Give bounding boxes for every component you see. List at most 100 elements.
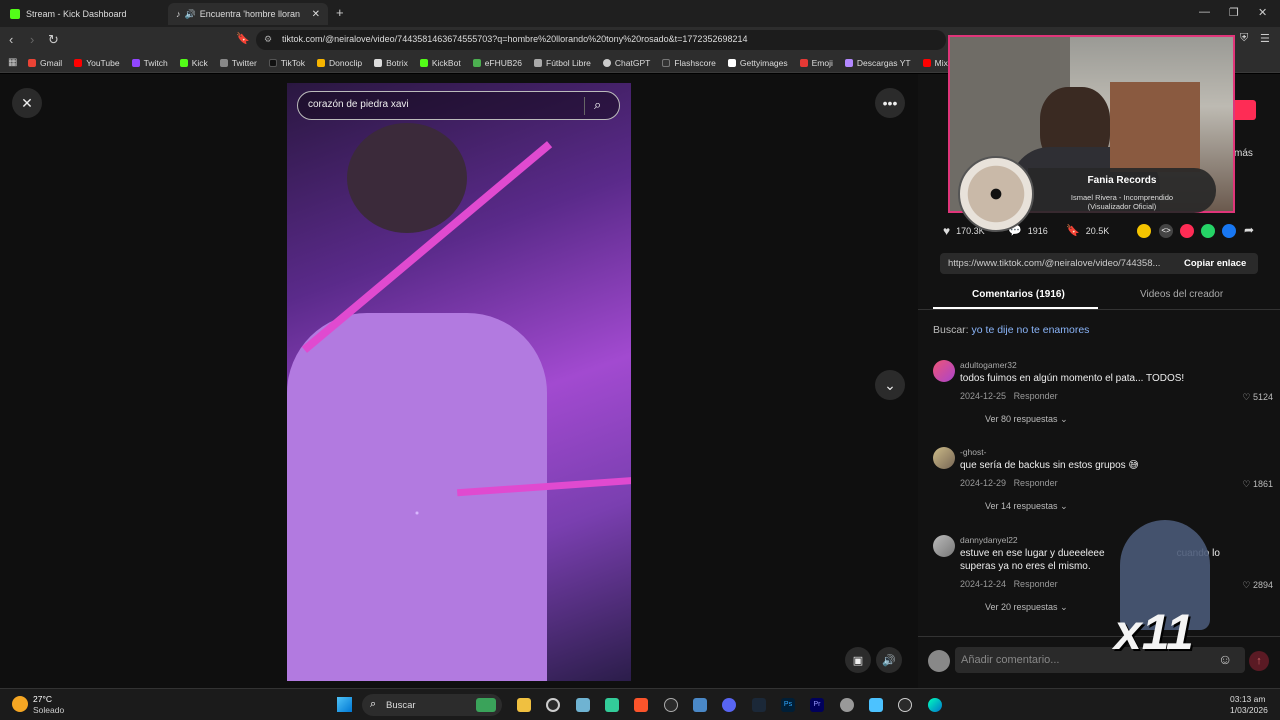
premiere-icon[interactable]: Pr [810, 698, 824, 712]
whatsapp-icon[interactable] [1201, 224, 1215, 238]
bookmark-chatgpt[interactable]: ChatGPT [602, 58, 650, 68]
search-icon[interactable]: ⌕ [594, 97, 601, 113]
bookmark-twitch[interactable]: Twitch [131, 58, 168, 68]
tab-kick-dashboard[interactable]: Stream - Kick Dashboard [2, 3, 162, 25]
video-player[interactable] [287, 83, 631, 681]
more-options-button[interactable]: ••• [875, 88, 905, 118]
copy-link-button[interactable]: Copiar enlace [1184, 258, 1246, 269]
search-input[interactable] [308, 99, 578, 110]
bookmark-gmail[interactable]: Gmail [28, 58, 62, 68]
close-video-button[interactable]: ✕ [12, 88, 42, 118]
tab-comments[interactable]: Comentarios (1916) [972, 289, 1065, 300]
app-icon[interactable] [605, 698, 619, 712]
view-replies-button[interactable]: Ver 20 respuestas ⌄ [985, 602, 1068, 613]
tab-tiktok[interactable]: ♪ 🔊 Encuentra 'hombre llorando t ✕ [168, 3, 328, 25]
video-search-box[interactable]: ⌕ [297, 91, 620, 120]
address-bar[interactable]: ⚙ tiktok.com/@neiralove/video/7443581463… [256, 30, 946, 50]
repost-icon[interactable] [1137, 224, 1151, 238]
bookmark-kick[interactable]: Kick [179, 58, 208, 68]
bookmark-gettyimages[interactable]: Gettyimages [727, 58, 788, 68]
windows-start-icon[interactable] [337, 697, 352, 712]
bookmark-icon[interactable]: 🔖 [236, 32, 250, 45]
bookmark-twitter[interactable]: Twitter [219, 58, 257, 68]
weather-desc[interactable]: Soleado [33, 705, 64, 715]
back-icon[interactable]: ‹ [9, 32, 13, 47]
save-stat[interactable]: 🔖 20.5K [1066, 224, 1109, 237]
comment-likes[interactable]: ♡ 5124 [1242, 392, 1273, 403]
weather-sun-icon[interactable] [12, 696, 28, 712]
avatar[interactable] [933, 360, 955, 382]
file-explorer-icon[interactable] [517, 698, 531, 712]
new-tab-button[interactable]: + [336, 5, 344, 20]
site-info-icon[interactable]: ⚙ [264, 34, 272, 45]
send-icon[interactable] [1180, 224, 1194, 238]
kick-favicon-icon [10, 9, 20, 19]
bookmark-donoclip[interactable]: Donoclip [317, 58, 362, 68]
minimize-icon[interactable]: — [1199, 6, 1210, 18]
bookmark-botrix[interactable]: Botrix [374, 58, 408, 68]
calculator-icon[interactable] [693, 698, 707, 712]
view-replies-button[interactable]: Ver 14 respuestas ⌄ [985, 501, 1068, 512]
clock-time[interactable]: 03:13 am [1230, 694, 1265, 704]
comment-username[interactable]: -ghost- [960, 447, 986, 457]
apps-grid-icon[interactable]: ▦ [8, 57, 17, 68]
restore-icon[interactable]: ❐ [1229, 6, 1239, 19]
search-highlight-icon [476, 698, 496, 712]
bookmark-emoji[interactable]: Emoji [799, 58, 833, 68]
brave-icon[interactable] [634, 698, 648, 712]
app-icon[interactable] [576, 698, 590, 712]
close-window-icon[interactable]: ✕ [1258, 6, 1267, 19]
shield-icon[interactable]: ⛨ [1240, 32, 1248, 45]
edge-icon[interactable] [928, 698, 942, 712]
comment-likes[interactable]: ♡ 1861 [1242, 479, 1273, 490]
bookmark-youtube[interactable]: YouTube [74, 58, 120, 68]
weather-temp[interactable]: 27°C [33, 694, 52, 704]
reply-button[interactable]: Responder [1014, 478, 1058, 488]
audio-playing-icon[interactable]: 🔊 [185, 9, 196, 20]
comment-likes[interactable]: ♡ 2894 [1242, 580, 1273, 591]
comment-username[interactable]: adultogamer32 [960, 360, 1017, 370]
tab-creator-videos[interactable]: Videos del creador [1140, 289, 1223, 300]
clock-date[interactable]: 1/03/2026 [1230, 705, 1268, 715]
emoji-picker-icon[interactable]: ☺ [1218, 651, 1232, 667]
bookmark-flashscore[interactable]: Flashscore [662, 58, 716, 68]
bookmark-efhub[interactable]: eFHUB26 [472, 58, 522, 68]
steam-icon[interactable] [752, 698, 766, 712]
bookmark-futbol-libre[interactable]: Fútbol Libre [534, 58, 591, 68]
facebook-icon[interactable] [1222, 224, 1236, 238]
forward-icon[interactable]: › [30, 32, 34, 47]
embed-icon[interactable]: <> [1159, 224, 1173, 238]
comment-input[interactable]: Añadir comentario... ☺ [955, 647, 1245, 673]
related-search-link[interactable]: yo te dije no te enamores [972, 324, 1090, 336]
vinyl-album-art [958, 156, 1034, 232]
comment-username[interactable]: dannydanyel22 [960, 535, 1018, 545]
floating-player-button[interactable]: ▣ [845, 647, 871, 673]
bookmark-tiktok[interactable]: TikTok [268, 58, 305, 68]
close-tab-icon[interactable]: ✕ [312, 9, 320, 20]
taskbar-search[interactable]: ⌕ Buscar [362, 694, 502, 716]
menu-icon[interactable]: ☰ [1260, 32, 1270, 45]
next-video-button[interactable]: ⌄ [875, 370, 905, 400]
notepad-icon[interactable] [869, 698, 883, 712]
view-replies-button[interactable]: Ver 80 respuestas ⌄ [985, 414, 1068, 425]
reload-icon[interactable]: ↻ [48, 32, 59, 48]
combo-counter: x11 [1114, 604, 1194, 660]
bookmark-descargas-yt[interactable]: Descargas YT [844, 58, 911, 68]
player-icon[interactable] [898, 698, 912, 712]
photoshop-icon[interactable]: Ps [781, 698, 795, 712]
gettyimages-icon [727, 58, 736, 67]
volume-button[interactable]: 🔊 [876, 647, 902, 673]
avatar[interactable] [933, 535, 955, 557]
media-icon[interactable] [664, 698, 678, 712]
settings-icon[interactable] [840, 698, 854, 712]
description-more-link[interactable]: más [1234, 148, 1253, 159]
post-comment-icon[interactable]: ↑ [1249, 651, 1269, 671]
avatar[interactable] [933, 447, 955, 469]
share-arrow-icon[interactable]: ➦ [1244, 223, 1254, 237]
bookmark-kickbot[interactable]: KickBot [419, 58, 461, 68]
reply-button[interactable]: Responder [1014, 391, 1058, 401]
chrome-icon[interactable] [546, 698, 560, 712]
discord-icon[interactable] [722, 698, 736, 712]
futbol-libre-icon [534, 58, 543, 67]
reply-button[interactable]: Responder [1014, 579, 1058, 589]
